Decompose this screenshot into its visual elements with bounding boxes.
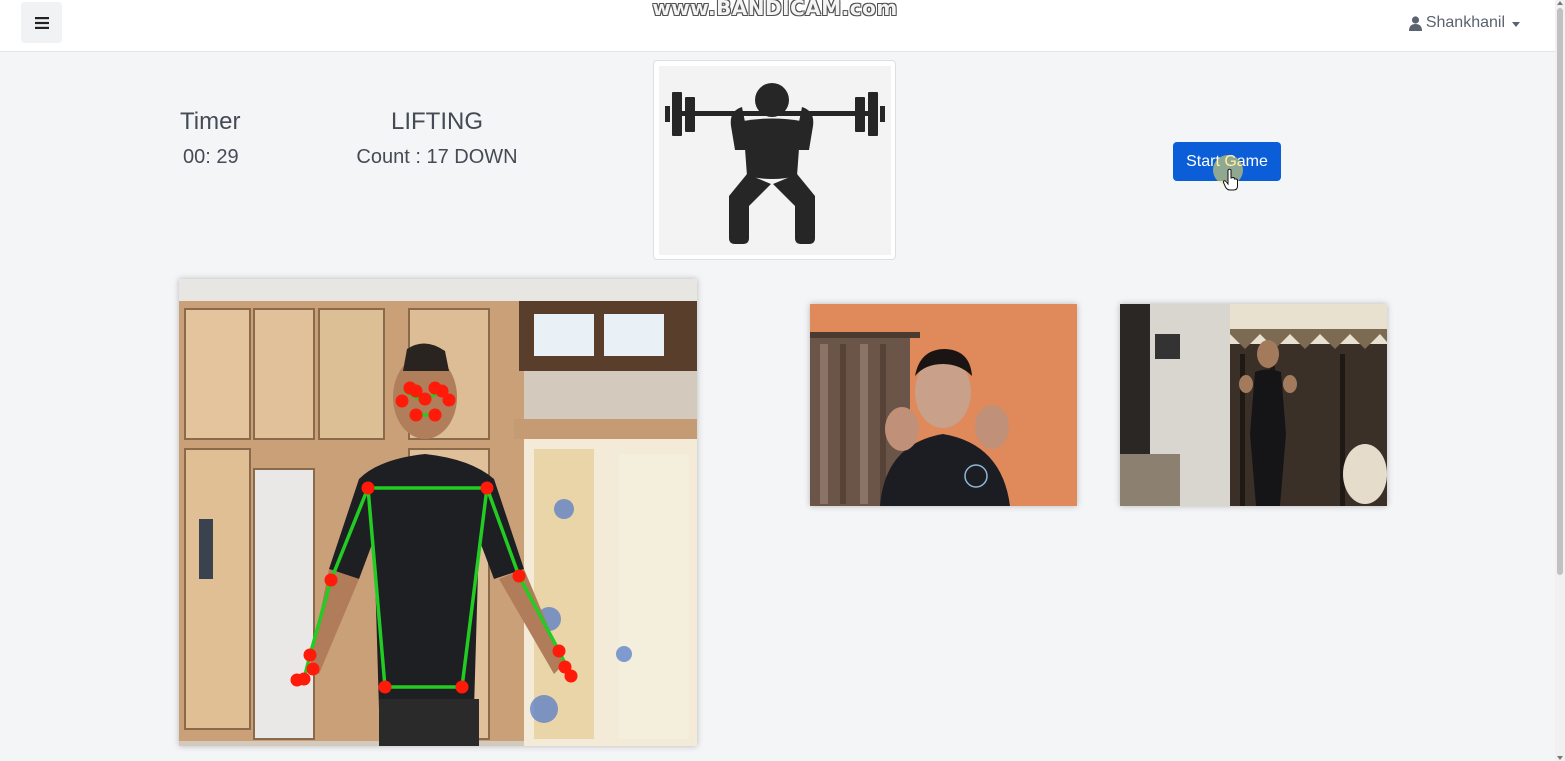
scroll-down-icon[interactable] <box>1557 756 1563 760</box>
hamburger-icon <box>34 16 49 29</box>
pose-overlay-canvas <box>179 279 697 746</box>
participant-video-1 <box>810 304 1077 506</box>
username-label: Shankhanil <box>1425 14 1505 31</box>
recorder-watermark: www.BANDICAM.com <box>652 0 898 20</box>
exercise-card <box>653 60 896 260</box>
user-icon <box>1408 15 1422 31</box>
sidebar-toggle-button[interactable] <box>21 2 62 43</box>
user-dropdown[interactable]: Shankhanil <box>1408 12 1520 34</box>
hand-cursor-icon <box>1222 168 1238 191</box>
scroll-up-icon[interactable] <box>1557 1 1563 5</box>
timer-label: Timer <box>180 108 241 135</box>
local-video-feed <box>179 279 697 746</box>
chevron-down-icon <box>1512 21 1520 27</box>
scrollbar-thumb[interactable] <box>1557 8 1563 575</box>
top-navbar: www.BANDICAM.com Shankhanil <box>0 0 1555 52</box>
exercise-title: LIFTING <box>390 108 483 135</box>
rep-count: Count : 17 DOWN <box>356 146 518 168</box>
timer-value: 00: 29 <box>183 146 239 168</box>
weightlifting-squat-icon <box>665 83 885 244</box>
exercise-image <box>659 66 891 255</box>
participant-video-2 <box>1120 304 1387 506</box>
page-scrollbar[interactable] <box>1555 0 1565 761</box>
